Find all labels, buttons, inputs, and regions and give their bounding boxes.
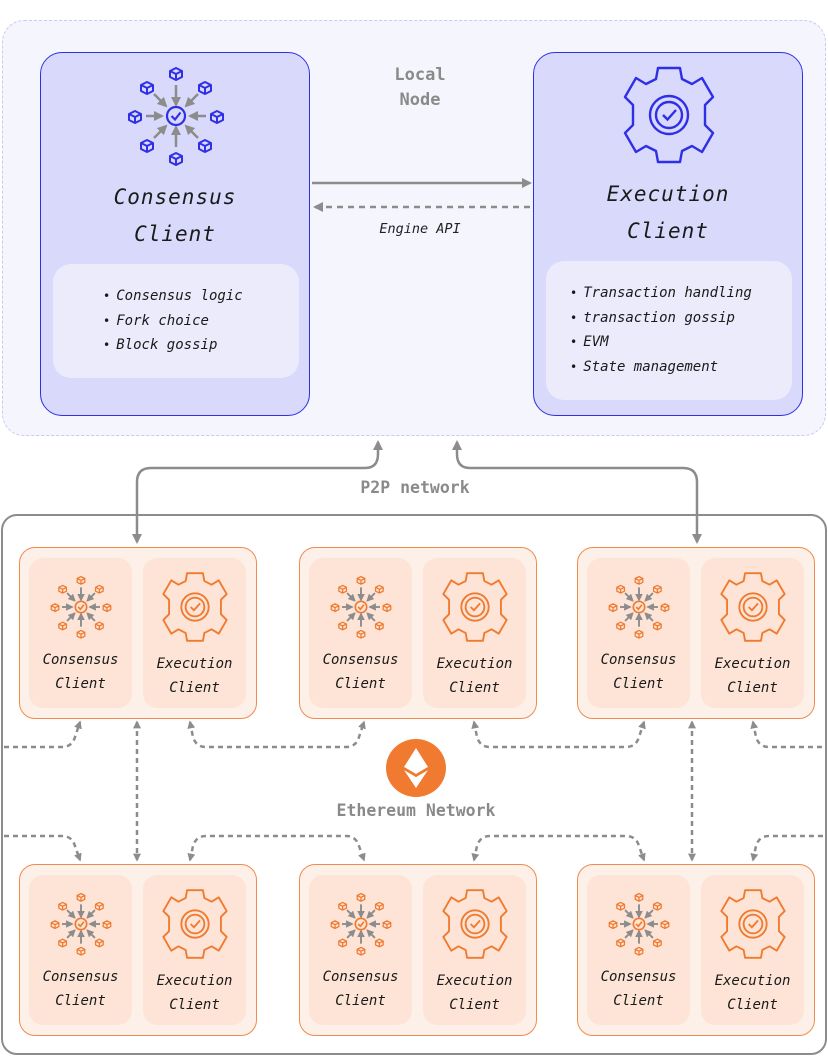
- consensus-feature-item: Consensus logic: [103, 284, 242, 309]
- execution-label-line1: Execution: [714, 656, 791, 672]
- execution-label-line1: Execution: [436, 656, 513, 672]
- consensus-label-line2: Client: [613, 993, 664, 1009]
- engine-api-label: Engine API: [379, 221, 461, 237]
- consensus-features-list: Consensus logic Fork choice Block gossip: [103, 284, 243, 358]
- p2p-network-label: P2P network: [360, 478, 470, 497]
- network-node[interactable]: Consensus Client Execution Client: [577, 547, 815, 719]
- execution-label-line2: Client: [727, 680, 778, 696]
- node-execution-client[interactable]: Execution Client: [423, 558, 526, 708]
- execution-label-line2: Client: [169, 680, 220, 696]
- consensus-features-box: Consensus logic Fork choice Block gossip: [53, 264, 299, 378]
- execution-features-list: Transaction handling transaction gossip …: [570, 281, 752, 379]
- consensus-network-icon: [608, 575, 670, 639]
- consensus-label-line2: Client: [335, 676, 386, 692]
- execution-feature-item: EVM: [570, 330, 752, 355]
- node-consensus-client[interactable]: Consensus Client: [309, 558, 412, 708]
- execution-feature-item: transaction gossip: [570, 306, 752, 331]
- execution-label-line1: Execution: [714, 973, 791, 989]
- execution-label-line2: Client: [449, 997, 500, 1013]
- network-node[interactable]: Consensus Client Execution Client: [19, 547, 257, 719]
- execution-gear-icon: [162, 572, 228, 642]
- execution-label-line2: Client: [449, 680, 500, 696]
- network-node[interactable]: Consensus Client Execution Client: [19, 864, 257, 1036]
- node-execution-client[interactable]: Execution Client: [143, 875, 246, 1025]
- execution-gear-icon: [442, 572, 508, 642]
- consensus-network-icon: [330, 575, 392, 639]
- consensus-label-line1: Consensus: [322, 652, 399, 668]
- consensus-label-line2: Client: [613, 676, 664, 692]
- node-execution-client[interactable]: Execution Client: [701, 875, 804, 1025]
- ethereum-network-label: Ethereum Network: [336, 801, 496, 820]
- node-execution-client[interactable]: Execution Client: [423, 875, 526, 1025]
- execution-label-line1: Execution: [436, 973, 513, 989]
- consensus-label-line2: Client: [55, 993, 106, 1009]
- node-consensus-client[interactable]: Consensus Client: [29, 558, 132, 708]
- node-consensus-client[interactable]: Consensus Client: [29, 875, 132, 1025]
- node-consensus-client[interactable]: Consensus Client: [309, 875, 412, 1025]
- node-consensus-client[interactable]: Consensus Client: [587, 875, 690, 1025]
- consensus-network-icon: [330, 892, 392, 956]
- consensus-label-line1: Consensus: [322, 969, 399, 985]
- consensus-label-line1: Consensus: [600, 652, 677, 668]
- consensus-network-icon: [50, 575, 112, 639]
- node-execution-client[interactable]: Execution Client: [701, 558, 804, 708]
- consensus-label-line2: Client: [55, 676, 106, 692]
- execution-gear-icon: [720, 889, 786, 959]
- consensus-network-icon: [50, 892, 112, 956]
- network-node[interactable]: Consensus Client Execution Client: [299, 864, 537, 1036]
- consensus-label-line1: Consensus: [42, 969, 119, 985]
- execution-gear-icon: [720, 572, 786, 642]
- ethereum-logo-icon: [386, 739, 446, 797]
- consensus-label-line1: Consensus: [600, 969, 677, 985]
- execution-label-line2: Client: [169, 997, 220, 1013]
- network-node[interactable]: Consensus Client Execution Client: [299, 547, 537, 719]
- execution-label-line1: Execution: [156, 656, 233, 672]
- node-consensus-client[interactable]: Consensus Client: [587, 558, 690, 708]
- execution-label-line1: Execution: [156, 973, 233, 989]
- execution-gear-icon: [162, 889, 228, 959]
- execution-feature-item: Transaction handling: [570, 281, 752, 306]
- consensus-feature-item: Block gossip: [103, 333, 243, 358]
- consensus-feature-item: Fork choice: [103, 309, 243, 334]
- execution-gear-icon: [442, 889, 508, 959]
- consensus-label-line1: Consensus: [42, 652, 119, 668]
- execution-label-line2: Client: [727, 997, 778, 1013]
- network-node[interactable]: Consensus Client Execution Client: [577, 864, 815, 1036]
- node-execution-client[interactable]: Execution Client: [143, 558, 246, 708]
- execution-feature-item: State management: [570, 355, 752, 380]
- consensus-network-icon: [608, 892, 670, 956]
- consensus-label-line2: Client: [335, 993, 386, 1009]
- execution-features-box: Transaction handling transaction gossip …: [546, 261, 792, 400]
